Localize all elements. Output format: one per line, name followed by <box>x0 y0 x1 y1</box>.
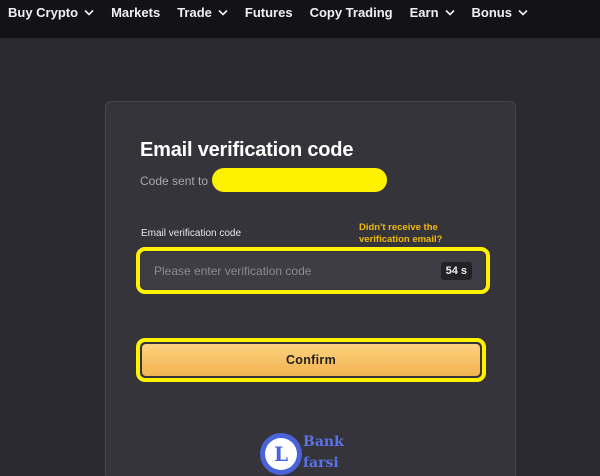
confirm-button[interactable]: Confirm <box>142 344 480 376</box>
page-title: Email verification code <box>140 139 354 161</box>
chevron-down-icon <box>218 9 228 16</box>
code-sent-text: Code sent to <box>140 174 209 188</box>
nav-copy-trading[interactable]: Copy Trading <box>310 5 393 20</box>
watermark-text-line2: farsi <box>303 455 339 471</box>
nav-markets[interactable]: Markets <box>111 5 160 20</box>
chevron-down-icon <box>444 9 455 16</box>
resend-email-link[interactable]: Didn't receive the verification email? <box>359 222 469 246</box>
nav-earn[interactable]: Earn <box>410 5 455 20</box>
nav-label: Copy Trading <box>309 5 393 20</box>
nav-label: Buy Crypto <box>8 5 79 20</box>
nav-label: Earn <box>409 5 439 20</box>
top-navigation: Buy Crypto Markets Trade Futures Copy Tr… <box>0 0 600 38</box>
code-field-label: Email verification code <box>141 228 242 239</box>
redacted-email-highlight <box>212 168 387 192</box>
countdown-timer: 54 s <box>440 261 472 280</box>
nav-label: Futures <box>244 5 293 20</box>
nav-futures[interactable]: Futures <box>245 5 293 20</box>
nav-label: Bonus <box>471 5 512 20</box>
watermark-logo-icon: L <box>260 433 302 475</box>
nav-label: Markets <box>111 5 161 20</box>
verification-code-field: 54 s <box>141 252 485 289</box>
chevron-down-icon <box>84 9 94 16</box>
verification-code-input[interactable] <box>154 263 414 278</box>
watermark-letter: L <box>274 442 288 466</box>
nav-bonus[interactable]: Bonus <box>472 5 528 20</box>
nav-trade[interactable]: Trade <box>177 5 228 20</box>
nav-buy-crypto[interactable]: Buy Crypto <box>8 5 94 20</box>
nav-label: Trade <box>177 5 212 20</box>
chevron-down-icon <box>518 9 528 16</box>
watermark-text-line1: Bank <box>303 434 344 450</box>
